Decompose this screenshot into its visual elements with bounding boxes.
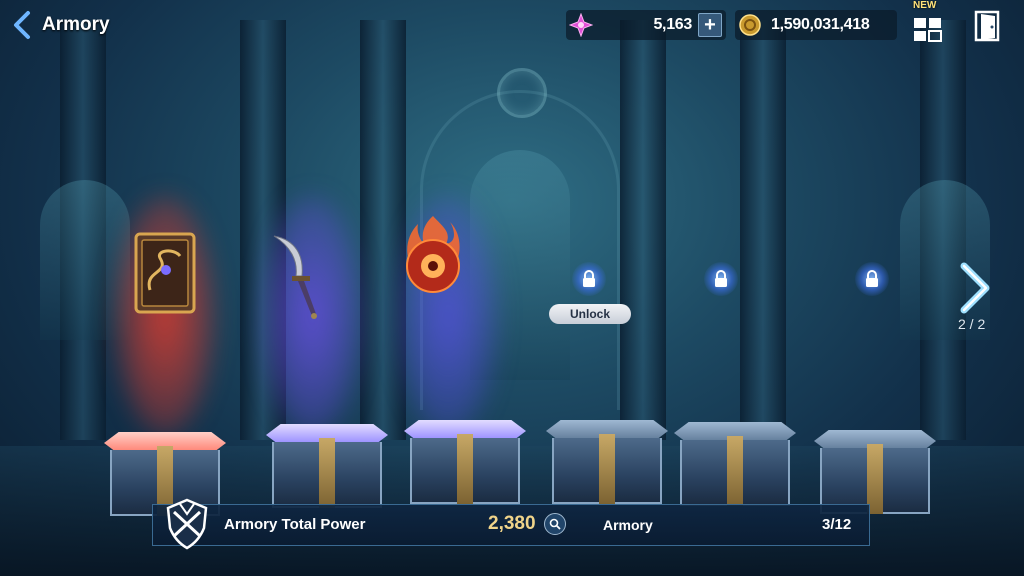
page-title: Armory [42,14,110,35]
power-details-button[interactable] [544,513,566,535]
pedestal[interactable] [266,424,388,508]
lock-icon [855,262,889,296]
pedestal[interactable] [404,420,526,504]
rosette-window [497,68,547,118]
gem-icon [566,10,596,40]
dragon-tome-item[interactable] [130,230,202,318]
add-gems-button[interactable]: + [698,13,722,37]
armory-label: Armory [603,517,653,533]
pillar [740,20,786,440]
exit-door-icon[interactable] [973,10,1001,42]
lock-icon [704,262,738,296]
gold-coin-icon [735,10,765,40]
pillar [620,20,666,440]
chevron-left-icon [14,11,30,39]
unlock-button[interactable]: Unlock [549,304,631,324]
grid-menu-icon[interactable] [912,10,944,42]
curved-dagger-item[interactable] [268,232,328,322]
page-indicator: 2 / 2 [958,316,986,332]
gold-amount: 1,590,031,418 [771,16,870,33]
armory-scene: Unlock [0,0,1024,576]
total-power-value: 2,380 [488,513,536,534]
pedestal[interactable] [814,430,936,514]
lock-icon[interactable] [572,262,606,296]
next-page-arrow-icon[interactable] [958,262,992,314]
search-icon [549,518,561,530]
armory-shield-emblem-icon [166,498,208,550]
pedestal[interactable] [546,420,668,504]
armory-slot-count: 3/12 [822,516,852,533]
pedestal[interactable] [674,422,796,506]
back-button[interactable]: Armory [10,10,110,40]
flame-orb-item[interactable] [402,212,464,298]
pillar [360,20,406,440]
gem-amount: 5,163 [653,16,692,33]
gold-currency: 1,590,031,418 [735,10,897,40]
total-power-label: Armory Total Power [224,516,366,533]
gem-currency: 5,163 + [566,10,726,40]
